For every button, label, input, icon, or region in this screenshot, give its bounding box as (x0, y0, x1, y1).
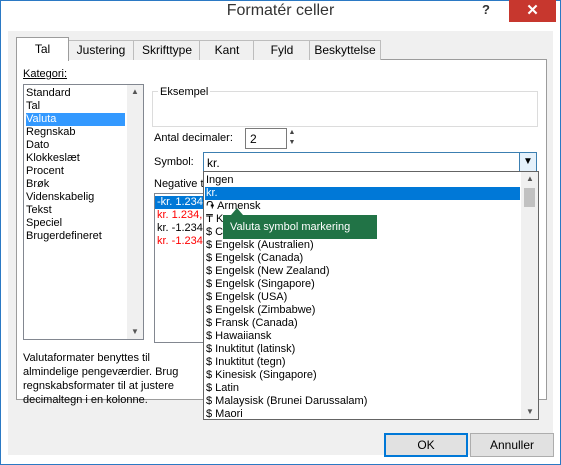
tab-justering[interactable]: Justering (67, 40, 135, 60)
symbol-option[interactable]: $ Kinesisk (Singapore) (205, 369, 520, 382)
negative-format-item[interactable]: -kr. 1.234,10 (155, 196, 205, 209)
negative-format-item[interactable]: kr. 1.234,10 (157, 209, 205, 222)
decimals-label: Antal decimaler: (154, 132, 233, 144)
category-label: Kategori: (23, 68, 68, 80)
symbol-value: kr. (207, 156, 220, 170)
scroll-down-icon[interactable]: ▼ (522, 405, 538, 419)
symbol-dropdown-list[interactable]: ▲ ▼ Ingen kr. ֏ Armensk ₸ K $ C $ Engelsk (Au… (203, 171, 539, 420)
cancel-button[interactable]: Annuller (470, 433, 554, 457)
close-button[interactable]: ✕ (509, 0, 556, 22)
scroll-up-icon[interactable]: ▲ (522, 172, 538, 186)
symbol-option[interactable]: ֏ Armensk (205, 200, 520, 213)
decimals-value: 2 (250, 132, 257, 146)
category-item[interactable]: Procent (26, 165, 125, 178)
tooltip-arrow (231, 208, 243, 215)
tab-tal[interactable]: Tal (16, 37, 69, 61)
category-item[interactable]: Speciel (26, 217, 125, 230)
chevron-down-icon[interactable]: ▼ (519, 153, 536, 172)
tab-beskyttelse[interactable]: Beskyttelse (309, 40, 381, 60)
symbol-option[interactable]: $ Latin (205, 382, 520, 395)
tooltip: Valuta symbol markering (223, 215, 377, 239)
scroll-up-icon[interactable]: ▲ (127, 85, 143, 99)
tab-kant[interactable]: Kant (199, 40, 255, 60)
symbol-option[interactable]: $ Engelsk (Singapore) (205, 278, 520, 291)
negative-format-item[interactable]: kr. -1.234,10 (157, 235, 205, 248)
category-item[interactable]: Brøk (26, 178, 125, 191)
symbol-select[interactable]: kr. ▼ (203, 152, 537, 173)
decimals-spinner[interactable]: ▲ ▼ (285, 128, 299, 148)
symbol-option[interactable]: $ Engelsk (New Zealand) (205, 265, 520, 278)
spin-down-icon[interactable]: ▼ (285, 138, 299, 148)
negative-numbers-list[interactable]: -kr. 1.234,10kr. 1.234,10kr. -1.234,10kr… (154, 193, 206, 343)
example-label: Eksempel (158, 86, 211, 98)
symbol-option[interactable]: kr. (205, 187, 520, 200)
symbol-option[interactable]: Ingen (205, 174, 520, 187)
category-item[interactable]: Tal (26, 100, 125, 113)
negative-label: Negative tal: (154, 178, 204, 190)
symbol-label: Symbol: (154, 156, 194, 168)
category-list[interactable]: ▲ ▼ Standard Tal Valuta Regnskab Dato Klokkes… (23, 84, 144, 340)
category-item[interactable]: Brugerdefineret (26, 230, 125, 243)
category-scrollbar[interactable]: ▲ ▼ (127, 85, 143, 339)
category-item[interactable]: Regnskab (26, 126, 125, 139)
symbol-option[interactable]: $ Engelsk (Australien) (205, 239, 520, 252)
dropdown-scrollbar[interactable]: ▲ ▼ (521, 172, 538, 419)
dialog-title: Formatér celler (226, 2, 335, 19)
ok-button[interactable]: OK (384, 433, 468, 457)
tab-fyld[interactable]: Fyld (253, 40, 311, 60)
help-button[interactable]: ? (482, 2, 490, 17)
category-item[interactable]: Valuta (26, 113, 125, 126)
description-text: Valutaformater benyttes til almindelige … (23, 352, 179, 406)
scroll-down-icon[interactable]: ▼ (127, 325, 143, 339)
symbol-option[interactable]: $ Malaysisk (Brunei Darussalam) (205, 395, 520, 408)
category-item[interactable]: Dato (26, 139, 125, 152)
symbol-option[interactable]: $ Inuktitut (tegn) (205, 356, 520, 369)
negative-format-item[interactable]: kr. -1.234,10 (157, 222, 205, 235)
category-item[interactable]: Standard (26, 87, 125, 100)
symbol-option[interactable]: $ Inuktitut (latinsk) (205, 343, 520, 356)
decimals-input[interactable]: 2 (245, 128, 287, 149)
spin-up-icon[interactable]: ▲ (285, 128, 299, 138)
symbol-option[interactable]: $ Engelsk (Zimbabwe) (205, 304, 520, 317)
symbol-option[interactable]: $ Engelsk (USA) (205, 291, 520, 304)
scroll-thumb[interactable] (524, 188, 535, 207)
category-item[interactable]: Klokkeslæt (26, 152, 125, 165)
tab-skrifttype[interactable]: Skrifttype (133, 40, 201, 60)
symbol-option[interactable]: $ Fransk (Canada) (205, 317, 520, 330)
symbol-option[interactable]: $ Engelsk (Canada) (205, 252, 520, 265)
category-item[interactable]: Tekst (26, 204, 125, 217)
category-item[interactable]: Videnskabelig (26, 191, 125, 204)
symbol-option[interactable]: $ Hawaiiansk (205, 330, 520, 343)
symbol-option[interactable]: $ Maori (205, 408, 520, 419)
